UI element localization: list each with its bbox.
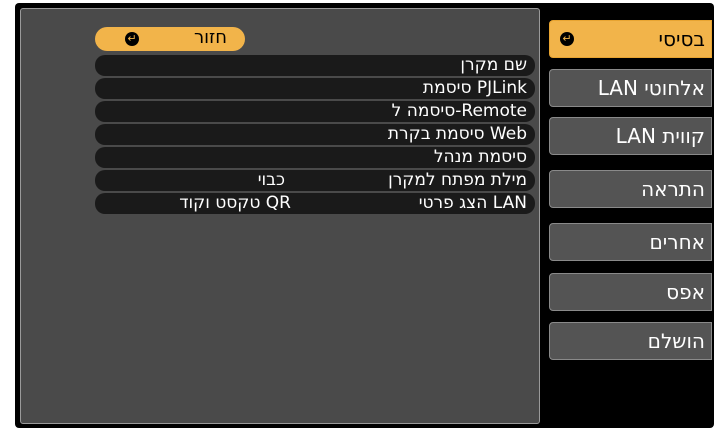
tab-label: הושלם — [647, 329, 705, 353]
tab-wired-lan[interactable]: LAN קווית — [549, 117, 712, 155]
back-button[interactable]: ↵ חזור — [95, 27, 245, 51]
tab-complete[interactable]: הושלם — [549, 322, 712, 360]
tab-reset[interactable]: אפס — [549, 273, 712, 311]
enter-icon: ↵ — [125, 32, 139, 46]
setting-row-admin-password[interactable]: סיסמת מנהל — [95, 147, 535, 168]
setting-row-projector-keyword[interactable]: מילת מפתח למקרן כבוי — [95, 170, 535, 191]
setting-row-web-control-password[interactable]: סיסמת בקרת Web — [95, 124, 535, 145]
tab-others[interactable]: אחרים — [549, 223, 712, 261]
setting-row-remote-password[interactable]: סיסמה ל-Remote — [95, 101, 535, 122]
back-button-label: חזור — [193, 27, 227, 48]
setting-row-pjlink-password[interactable]: סיסמת PJLink — [95, 78, 535, 99]
setting-label: מילת מפתח למקרן — [388, 170, 527, 190]
tab-label: התראה — [641, 177, 705, 201]
tab-label: בסיסי — [658, 27, 705, 51]
setting-label: סיסמת מנהל — [433, 147, 527, 167]
enter-icon: ↵ — [560, 32, 574, 46]
tab-label: אפס — [666, 280, 705, 304]
setting-label: סיסמת בקרת Web — [387, 124, 527, 144]
tab-label: LAN קווית — [615, 124, 705, 148]
tab-label: אחרים — [649, 230, 705, 254]
tab-basic[interactable]: ↵ בסיסי — [549, 20, 712, 58]
setting-value: כבוי — [257, 170, 285, 190]
setting-label: שם מקרן — [460, 55, 527, 75]
tab-notification[interactable]: התראה — [549, 170, 712, 208]
setting-row-display-lan-info[interactable]: הצג פרטי LAN טקסט וקוד QR — [95, 193, 535, 214]
setting-row-projector-name[interactable]: שם מקרן — [95, 55, 535, 76]
setting-label: הצג פרטי LAN — [418, 193, 527, 213]
setting-label: סיסמה ל-Remote — [391, 101, 527, 121]
tab-label: LAN אלחוטי — [597, 76, 705, 100]
setting-label: סיסמת PJLink — [422, 78, 527, 98]
tab-wireless-lan[interactable]: LAN אלחוטי — [549, 69, 712, 107]
setting-value: טקסט וקוד QR — [179, 193, 291, 213]
